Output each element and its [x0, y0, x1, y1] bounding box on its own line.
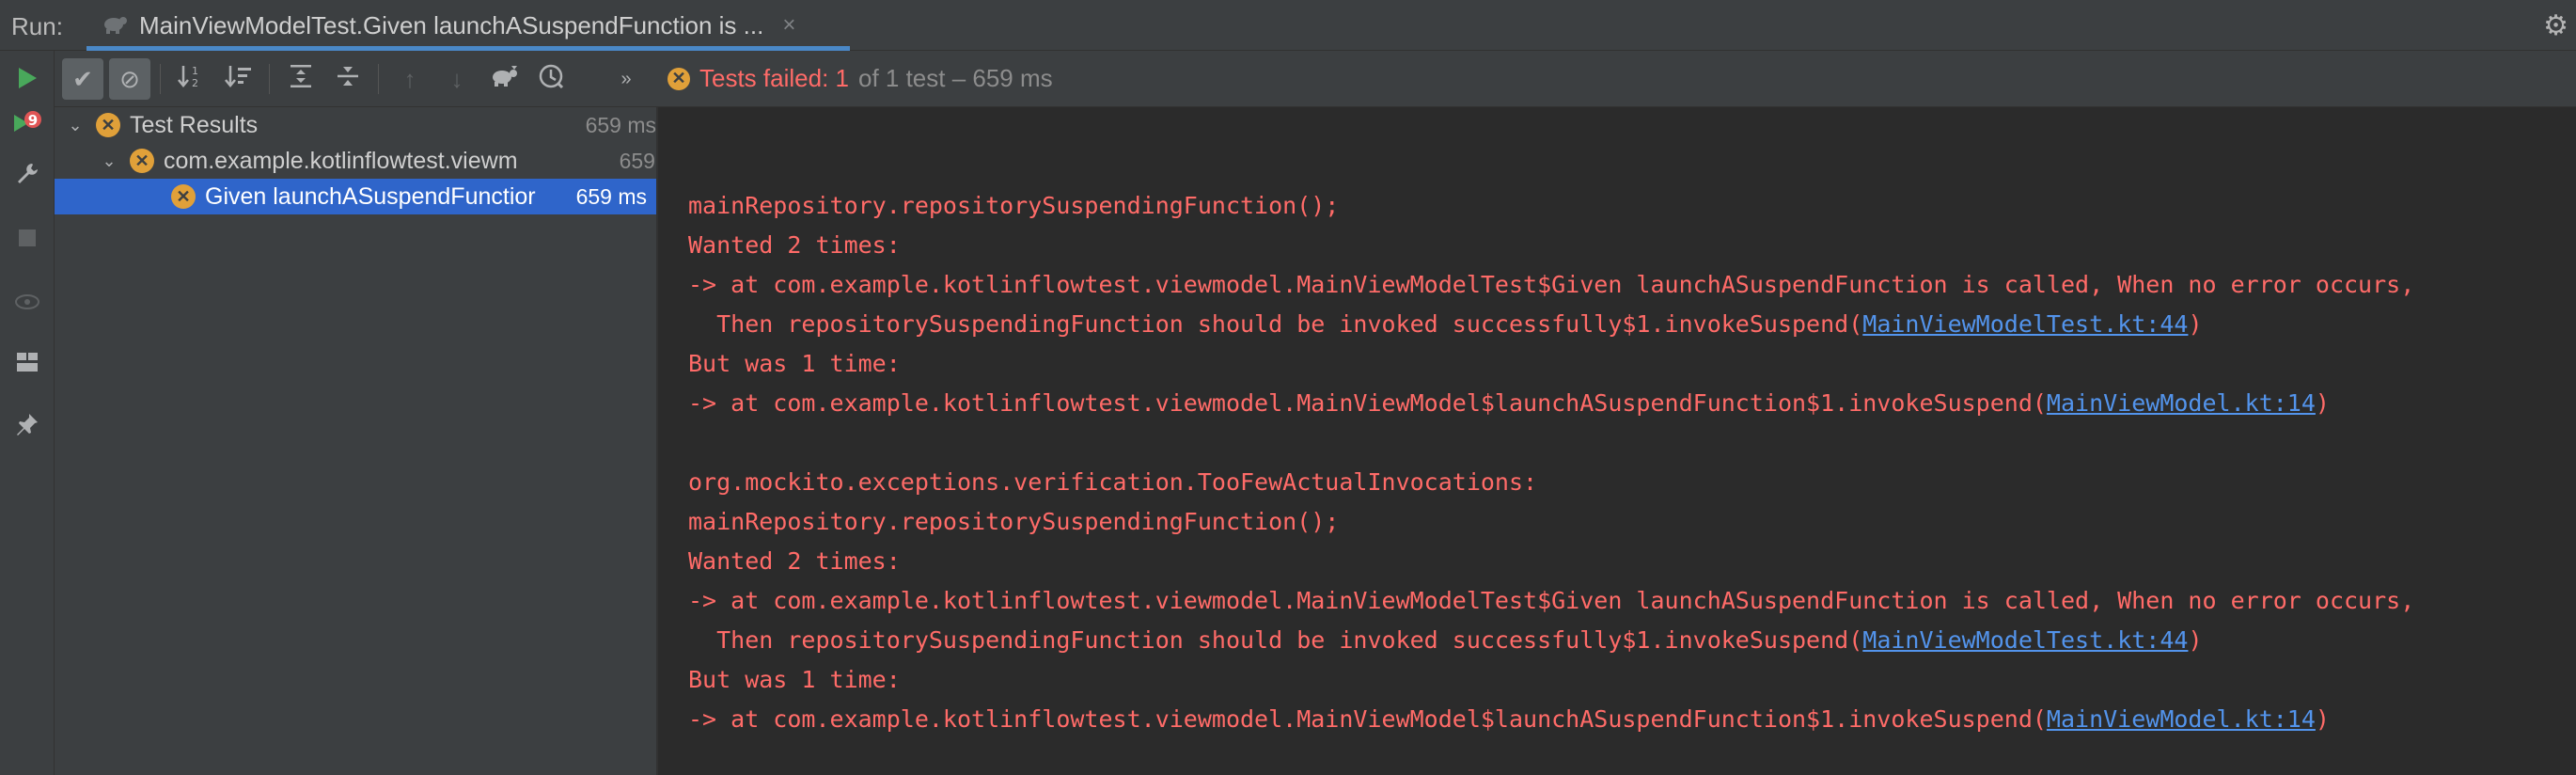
wrench-icon[interactable] — [11, 158, 43, 190]
source-link[interactable]: MainViewModel.kt:14 — [2047, 705, 2316, 733]
tree-row-test-class[interactable]: ⌄ ✕ com.example.kotlinflowtest.viewm 659… — [55, 143, 699, 179]
eye-icon[interactable] — [11, 286, 43, 318]
collapse-all-button[interactable] — [327, 58, 369, 100]
source-link[interactable]: MainViewModelTest.kt:44 — [1862, 310, 2188, 338]
toolbar-separator — [269, 64, 270, 94]
chevron-down-icon[interactable]: ⌄ — [98, 151, 120, 171]
show-passed-button[interactable]: ✔ — [62, 58, 103, 100]
next-failed-button[interactable]: ↓ — [436, 58, 478, 100]
test-runner-toolbar: ✔ ⊘ 12 ↑ ↓ » ✕ Tests failed: 1 of 1 test… — [55, 51, 2576, 107]
tests-summary: of 1 test – 659 ms — [857, 64, 1053, 92]
tree-row-label: Given launchASuspendFunctior — [205, 182, 536, 210]
source-link[interactable]: MainViewModel.kt:14 — [2047, 389, 2316, 417]
console-line: Wanted 2 times: — [688, 231, 901, 259]
tree-row-label: com.example.kotlinflowtest.viewm — [164, 147, 518, 174]
more-icon: » — [620, 68, 632, 89]
tree-row-test-method[interactable]: ✕ Given launchASuspendFunctior 659 ms — [55, 179, 656, 214]
tree-row-test-results[interactable]: ⌄ ✕ Test Results 659 ms — [55, 107, 666, 143]
console-line: -> at com.example.kotlinflowtest.viewmod… — [688, 587, 2415, 614]
toolbar-separator — [160, 64, 161, 94]
sort-duration-icon — [225, 63, 253, 96]
close-icon[interactable]: × — [782, 12, 795, 39]
expand-all-icon — [288, 63, 314, 96]
test-status: ✕ Tests failed: 1 of 1 test – 659 ms — [668, 64, 1053, 93]
history-icon — [537, 62, 565, 97]
svg-text:2: 2 — [192, 77, 198, 89]
toolbar-separator — [378, 64, 379, 94]
failed-status-icon: ✕ — [668, 67, 690, 90]
import-tests-button[interactable] — [483, 58, 525, 100]
test-config-icon — [100, 12, 128, 40]
tests-failed-count: Tests failed: 1 — [699, 64, 849, 92]
rerun-badge: 9 — [28, 112, 38, 129]
console-line: But was 1 time: — [688, 350, 901, 377]
stop-icon[interactable] — [11, 222, 43, 254]
console-line: Wanted 2 times: — [688, 547, 901, 575]
console-line: -> at com.example.kotlinflowtest.viewmod… — [688, 389, 2330, 417]
ban-icon: ⊘ — [119, 64, 140, 93]
test-results-tree: ⌄ ✕ Test Results 659 ms ⌄ ✕ com.example.… — [55, 107, 690, 775]
chevron-down-icon[interactable]: ⌄ — [64, 116, 86, 135]
svg-text:1: 1 — [192, 65, 198, 77]
collapse-all-icon — [335, 63, 361, 96]
play-icon[interactable] — [11, 62, 43, 94]
more-actions-button[interactable]: » — [605, 58, 647, 100]
gear-icon[interactable]: ⚙ — [2543, 9, 2568, 42]
sort-alpha-icon: 12 — [178, 63, 206, 96]
sort-by-duration-button[interactable] — [218, 58, 259, 100]
arrow-up-icon: ↑ — [403, 64, 416, 93]
failed-test-icon: ✕ — [96, 113, 120, 137]
test-history-button[interactable] — [530, 58, 572, 100]
sort-alphabetically-button[interactable]: 12 — [171, 58, 212, 100]
console-line: mainRepository.repositorySuspendingFunct… — [688, 192, 1340, 219]
failed-test-icon: ✕ — [130, 149, 154, 173]
previous-failed-button[interactable]: ↑ — [389, 58, 431, 100]
console-line: Then repositorySuspendingFunction should… — [688, 626, 2203, 654]
run-actions-strip: 9 — [0, 51, 55, 775]
tree-row-time: 659 ms — [575, 183, 647, 209]
pin-icon[interactable] — [11, 408, 43, 440]
layout-icon[interactable] — [11, 346, 43, 378]
console-output[interactable]: mainRepository.repositorySuspendingFunct… — [658, 107, 2576, 775]
show-ignored-button[interactable]: ⊘ — [109, 58, 150, 100]
check-icon: ✔ — [72, 64, 93, 93]
console-line: Then repositorySuspendingFunction should… — [688, 310, 2203, 338]
run-tool-window-header: Run: MainViewModelTest.Given launchASusp… — [0, 0, 2576, 51]
source-link[interactable]: MainViewModelTest.kt:44 — [1862, 626, 2188, 654]
console-line: mainRepository.repositorySuspendingFunct… — [688, 508, 1340, 535]
tree-row-label: Test Results — [130, 111, 259, 138]
tab-run-configuration[interactable]: MainViewModelTest.Given launchASuspendFu… — [86, 0, 850, 51]
arrow-down-icon: ↓ — [450, 64, 463, 93]
expand-all-button[interactable] — [280, 58, 322, 100]
console-line: -> at com.example.kotlinflowtest.viewmod… — [688, 271, 2415, 298]
tab-title: MainViewModelTest.Given launchASuspendFu… — [139, 10, 764, 40]
tree-row-time: 659 ms — [585, 112, 656, 137]
rerun-failed-icon[interactable]: 9 — [11, 107, 43, 139]
console-line: -> at com.example.kotlinflowtest.viewmod… — [688, 705, 2330, 733]
run-label: Run: — [11, 12, 63, 40]
console-line: But was 1 time: — [688, 666, 901, 693]
turtle-icon — [489, 64, 519, 95]
failed-test-icon: ✕ — [171, 184, 196, 209]
console-line: org.mockito.exceptions.verification.TooF… — [688, 468, 1538, 496]
